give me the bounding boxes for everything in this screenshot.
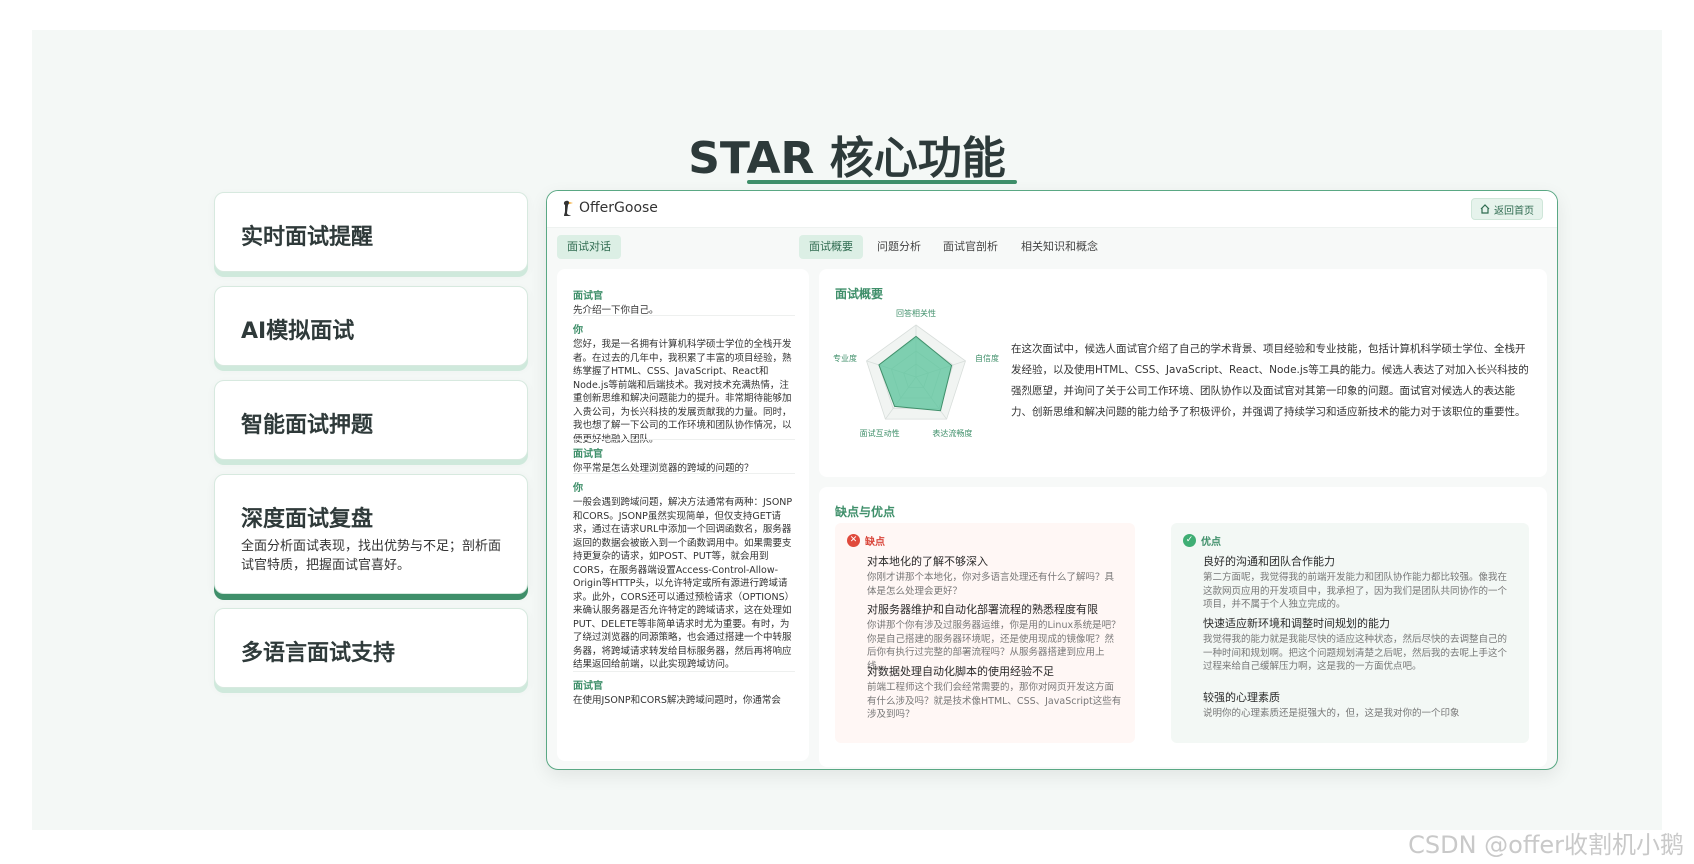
- page-background: STAR 核心功能 实时面试提醒 AI模拟面试 智能面试押题 深度面试复盘 全面…: [32, 30, 1662, 830]
- cons-header: ✕ 缺点: [847, 533, 885, 548]
- pros-header: ✓ 优点: [1183, 533, 1221, 548]
- pros-cons-heading: 缺点与优点: [835, 505, 896, 519]
- chat-speaker: 面试官: [573, 681, 603, 692]
- chat-message: 面试官 你平常是怎么处理浏览器的跨域的问题的？: [573, 445, 795, 476]
- pro-title: 良好的沟通和团队合作能力: [1203, 555, 1335, 568]
- feature-card-interview-review[interactable]: 深度面试复盘 全面分析面试表现，找出优势与不足；剖析面试官特质，把握面试官喜好。: [214, 474, 528, 594]
- cons-label: 缺点: [865, 537, 885, 548]
- chat-divider: [573, 671, 795, 672]
- chat-text: 一般会遇到跨域问题，解决方法通常有两种：JSONP和CORS。JSONP虽然实现…: [573, 497, 795, 670]
- feature-title: AI模拟面试: [241, 319, 355, 344]
- tab-overview[interactable]: 面试概要: [799, 235, 863, 259]
- con-title: 对数据处理自动化脚本的使用经验不足: [867, 665, 1054, 678]
- chat-message: 面试官 先介绍一下你自己。: [573, 287, 795, 318]
- con-quote: 你刚才讲那个本地化，你对多语言处理还有什么了解吗？具体是怎么处理会更好？: [867, 572, 1115, 597]
- pro-quote: 第二方面呢，我觉得我的前端开发能力和团队协作能力都比较强。像我在这款网页应用的开…: [1203, 572, 1508, 610]
- chat-divider: [573, 315, 795, 316]
- con-title: 对服务器维护和自动化部署流程的熟悉程度有限: [867, 603, 1098, 616]
- chat-message: 你 您好，我是一名拥有计算机科学硕士学位的全栈开发者。在过去的几年中，我积累了丰…: [573, 321, 795, 446]
- home-button-label: 返回首页: [1494, 205, 1534, 217]
- chat-speaker: 你: [573, 325, 583, 336]
- error-icon: ✕: [847, 534, 860, 547]
- pro-quote: 说明你的心理素质还是挺强大的，但，这是我对你的一个印象: [1203, 708, 1460, 719]
- pros-cons-card: 缺点与优点 ✕ 缺点 对本地化的了解不够深入 你刚才讲那个本地化，你对多语言处理…: [819, 487, 1547, 767]
- feature-title: 深度面试复盘: [241, 507, 374, 532]
- chat-divider: [573, 473, 795, 474]
- pro-quote: 我觉得我的能力就是我能尽快的适应这种状态，然后尽快的去调整自己的一种时间和规划啊…: [1203, 634, 1508, 672]
- app-window: OfferGoose 返回首页 面试对话 面试概要 问题分析 面试官剖析 相关知…: [546, 190, 1558, 770]
- con-quote: 前端工程师这个我们会经常需要的，那你对网页开发这方面有什么涉及吗？就是技术像HT…: [867, 682, 1122, 720]
- feature-card-realtime-reminder[interactable]: 实时面试提醒: [214, 192, 528, 272]
- chat-panel[interactable]: 面试官 先介绍一下你自己。 你 您好，我是一名拥有计算机科学硕士学位的全栈开发者…: [557, 269, 809, 761]
- con-title: 对本地化的了解不够深入: [867, 555, 988, 568]
- chat-message: 面试官 在使用JSONP和CORS解决跨域问题时，你通常会: [573, 677, 795, 708]
- app-logo-text: OfferGoose: [579, 200, 658, 216]
- tab-interviewer-profile[interactable]: 面试官剖析: [933, 235, 1008, 259]
- feature-desc: 全面分析面试表现，找出优势与不足；剖析面试官特质，把握面试官喜好。: [241, 539, 502, 573]
- chat-speaker: 你: [573, 483, 583, 494]
- home-icon: [1480, 204, 1490, 214]
- pro-title: 较强的心理素质: [1203, 691, 1280, 704]
- home-button[interactable]: 返回首页: [1471, 198, 1543, 220]
- feature-title: 多语言面试支持: [241, 641, 396, 666]
- chat-divider: [573, 439, 795, 440]
- goose-logo-icon: [563, 200, 573, 216]
- page-title: STAR 核心功能: [688, 133, 1006, 184]
- radar-label-professionalism: 专业度: [833, 353, 857, 363]
- overview-card: 面试概要 回答相关性 自信度 表达流畅度 面试互动性 专业度 在这次面试中，候选…: [819, 269, 1547, 477]
- tab-related-knowledge[interactable]: 相关知识和概念: [1011, 235, 1108, 259]
- feature-title: 实时面试提醒: [241, 225, 374, 250]
- chat-speaker: 面试官: [573, 291, 603, 302]
- check-icon: ✓: [1183, 534, 1196, 547]
- chat-message: 你 一般会遇到跨域问题，解决方法通常有两种：JSONP和CORS。JSONP虽然…: [573, 479, 795, 672]
- pros-label: 优点: [1201, 537, 1221, 548]
- feature-card-multilingual[interactable]: 多语言面试支持: [214, 608, 528, 688]
- tab-interview-dialogue[interactable]: 面试对话: [557, 235, 621, 259]
- radar-label-interactivity: 面试互动性: [860, 428, 900, 438]
- cons-column: ✕ 缺点 对本地化的了解不够深入 你刚才讲那个本地化，你对多语言处理还有什么了解…: [835, 523, 1135, 743]
- pros-column: ✓ 优点 良好的沟通和团队合作能力 第二方面呢，我觉得我的前端开发能力和团队协作…: [1171, 523, 1529, 743]
- app-topbar: OfferGoose 返回首页: [547, 191, 1557, 228]
- pro-title: 快速适应新环境和调整时间规划的能力: [1203, 617, 1390, 630]
- radar-label-fluency: 表达流畅度: [932, 428, 972, 438]
- chat-speaker: 面试官: [573, 449, 603, 460]
- feature-card-smart-prediction[interactable]: 智能面试押题: [214, 380, 528, 460]
- app-logo[interactable]: OfferGoose: [561, 199, 658, 217]
- radar-label-relevance: 回答相关性: [896, 308, 936, 318]
- radar-chart: 回答相关性 自信度 表达流畅度 面试互动性 专业度: [833, 308, 999, 438]
- title-underline: [747, 180, 1017, 184]
- feature-title: 智能面试押题: [241, 413, 374, 438]
- overview-text: 在这次面试中，候选人面试官介绍了自己的学术背景、项目经验和专业技能，包括计算机科…: [1011, 343, 1529, 418]
- feature-card-ai-mock-interview[interactable]: AI模拟面试: [214, 286, 528, 366]
- chat-text: 您好，我是一名拥有计算机科学硕士学位的全栈开发者。在过去的几年中，我积累了丰富的…: [573, 339, 792, 445]
- tab-question-analysis[interactable]: 问题分析: [867, 235, 931, 259]
- chat-text: 在使用JSONP和CORS解决跨域问题时，你通常会: [573, 695, 781, 706]
- watermark: CSDN @offer收割机小鹅: [1408, 831, 1684, 859]
- radar-label-confidence: 自信度: [975, 353, 999, 363]
